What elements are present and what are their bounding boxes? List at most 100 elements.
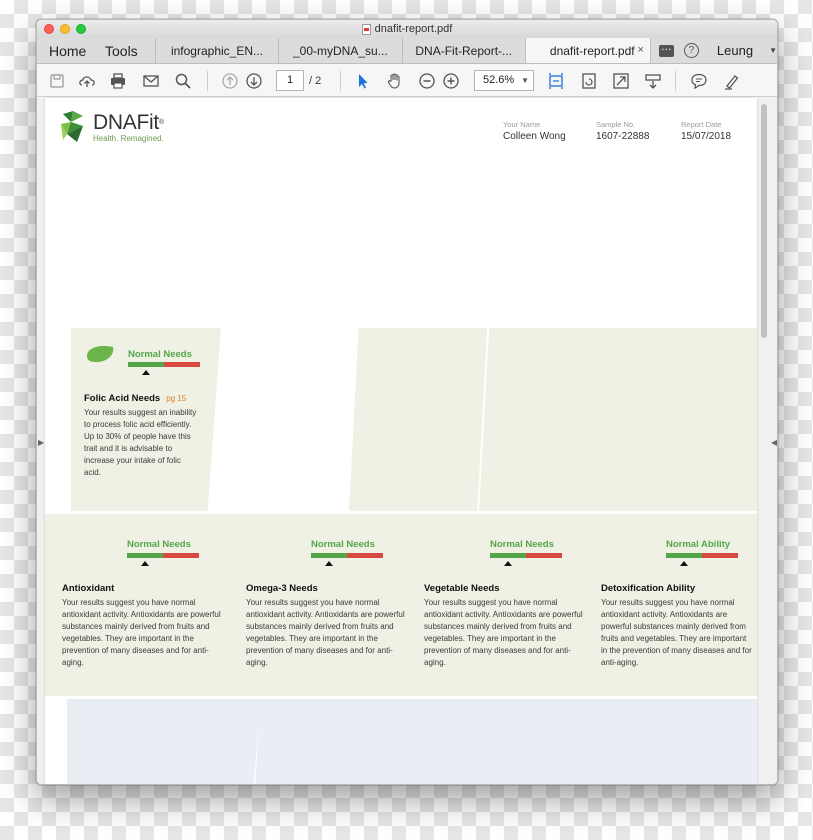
card-description: Your results suggest you have normal ant…: [62, 598, 221, 667]
card-status: Normal Needs: [127, 539, 191, 550]
page-number-input[interactable]: 1: [276, 70, 304, 91]
save-icon[interactable]: [48, 72, 66, 90]
window-controls: [44, 24, 86, 34]
zoom-level-value: 52.6%: [483, 74, 515, 86]
app-window: dnafit-report.pdf Home Tools infographic…: [36, 19, 778, 785]
vertical-scrollbar[interactable]: [761, 104, 767, 338]
document-tab-active[interactable]: dnafit-report.pdf ×: [525, 38, 651, 63]
comment-icon[interactable]: [690, 72, 708, 90]
highlight-icon[interactable]: [723, 72, 741, 90]
fullscreen-icon[interactable]: [612, 72, 630, 90]
zoom-in-icon[interactable]: [442, 72, 460, 90]
field-label: Report Date: [681, 120, 722, 129]
blue-panel: [67, 699, 261, 784]
card-title: Detoxification Ability: [601, 583, 696, 594]
page-up-icon[interactable]: [221, 72, 239, 90]
maximize-window-button[interactable]: [76, 24, 86, 34]
tab-home[interactable]: Home: [37, 38, 95, 63]
card-status: Normal Ability: [666, 539, 731, 550]
page-reference[interactable]: pg 15: [166, 394, 186, 403]
card-title: Antioxidant: [62, 583, 115, 594]
meter-pointer-icon: [504, 561, 512, 566]
comments-panel-icon[interactable]: [658, 41, 674, 57]
card-title: Omega-3 Needs: [246, 583, 318, 594]
leaf-icon: [87, 346, 114, 363]
card-status: Normal Needs: [128, 349, 192, 360]
title-bar: dnafit-report.pdf: [37, 20, 777, 38]
card-status: Normal Needs: [490, 539, 554, 550]
tab-bar-right: ? Leung ▼: [651, 38, 777, 63]
window-title-text: dnafit-report.pdf: [374, 23, 453, 35]
card-title: Vegetable Needs: [424, 583, 500, 594]
select-arrow-icon[interactable]: [354, 72, 372, 90]
tab-bar: Home Tools infographic_EN... _00-myDNA_s…: [37, 38, 777, 64]
chevron-down-icon[interactable]: ▼: [769, 46, 777, 55]
close-tab-icon[interactable]: ×: [637, 44, 643, 56]
field-your-name: Your Name Colleen Wong: [503, 120, 566, 142]
scroll-mode-icon[interactable]: [644, 72, 662, 90]
empty-panel: [612, 328, 757, 511]
page-total: / 2: [309, 75, 322, 87]
meter-pointer-icon: [142, 370, 150, 375]
document-tab[interactable]: infographic_EN...: [156, 38, 280, 63]
dnafit-logo-icon: [61, 111, 83, 142]
user-menu[interactable]: Leung: [717, 43, 753, 58]
logo-text: DNAFit® Health. Remagined.: [93, 110, 164, 143]
zoom-out-icon[interactable]: [418, 72, 436, 90]
rotate-icon[interactable]: [580, 72, 598, 90]
field-value: 1607-22888: [596, 131, 650, 142]
help-icon[interactable]: ?: [683, 43, 699, 58]
card-description: Your results suggest you have normal ant…: [601, 598, 752, 667]
mail-icon[interactable]: [142, 72, 160, 90]
toolbar-separator: [340, 71, 341, 91]
document-canvas[interactable]: ▶ ◀ DNAFit® Health. Remagined. Your Name…: [37, 98, 777, 784]
field-sample-no: Sample No. 1607-22888: [596, 120, 649, 142]
card-description: Your results suggest you have normal ant…: [246, 598, 405, 667]
document-tab[interactable]: _00-myDNA_su...: [279, 38, 403, 63]
pdf-page: DNAFit® Health. Remagined. Your Name Col…: [45, 98, 757, 784]
meter-pointer-icon: [680, 561, 688, 566]
card-status: Normal Needs: [311, 539, 375, 550]
blue-panel: [597, 699, 757, 784]
left-panel-toggle-icon[interactable]: ▶: [38, 438, 44, 447]
field-report-date: Report Date 15/07/2018: [681, 120, 731, 142]
search-icon[interactable]: [174, 72, 192, 90]
document-tab-label: dnafit-report.pdf: [549, 43, 635, 58]
chevron-down-icon: ▼: [521, 76, 529, 85]
hand-icon[interactable]: [386, 72, 404, 90]
meter-pointer-icon: [141, 561, 149, 566]
right-panel-toggle-icon[interactable]: ◀: [771, 438, 777, 447]
tab-tools[interactable]: Tools: [95, 38, 156, 63]
field-value: Colleen Wong: [503, 131, 566, 142]
card-title: Folic Acid Needs pg 15: [84, 393, 187, 404]
close-window-button[interactable]: [44, 24, 54, 34]
brand-tagline: Health. Remagined.: [93, 133, 164, 143]
page-down-icon[interactable]: [245, 72, 263, 90]
meter-pointer-icon: [325, 561, 333, 566]
empty-panel: [349, 328, 487, 511]
field-label: Sample No.: [596, 120, 636, 129]
field-label: Your Name: [503, 120, 541, 129]
blue-panel: [427, 699, 603, 784]
minimize-window-button[interactable]: [60, 24, 70, 34]
needs-meter: [127, 553, 199, 558]
toolbar-separator: [207, 71, 208, 91]
upload-icon[interactable]: [78, 72, 96, 90]
brand-name: DNAFit®: [93, 110, 164, 134]
empty-panel: [479, 328, 625, 511]
needs-meter: [311, 553, 383, 558]
fit-width-icon[interactable]: [547, 72, 565, 90]
dnafit-logo: DNAFit® Health. Remagined.: [59, 110, 164, 144]
needs-meter: [128, 362, 200, 367]
field-value: 15/07/2018: [681, 131, 732, 142]
document-tab[interactable]: DNA-Fit-Report-...: [403, 38, 526, 63]
zoom-level-select[interactable]: 52.6% ▼: [474, 70, 534, 91]
toolbar-separator: [675, 71, 676, 91]
pdf-file-icon: [361, 23, 371, 35]
main-toolbar: 1 / 2 52.6% ▼: [37, 64, 777, 97]
card-description: Your results suggest an inability to pro…: [84, 408, 197, 477]
print-icon[interactable]: [109, 72, 127, 90]
needs-meter: [490, 553, 562, 558]
blue-panel: [255, 699, 433, 784]
needs-meter: [666, 553, 738, 558]
